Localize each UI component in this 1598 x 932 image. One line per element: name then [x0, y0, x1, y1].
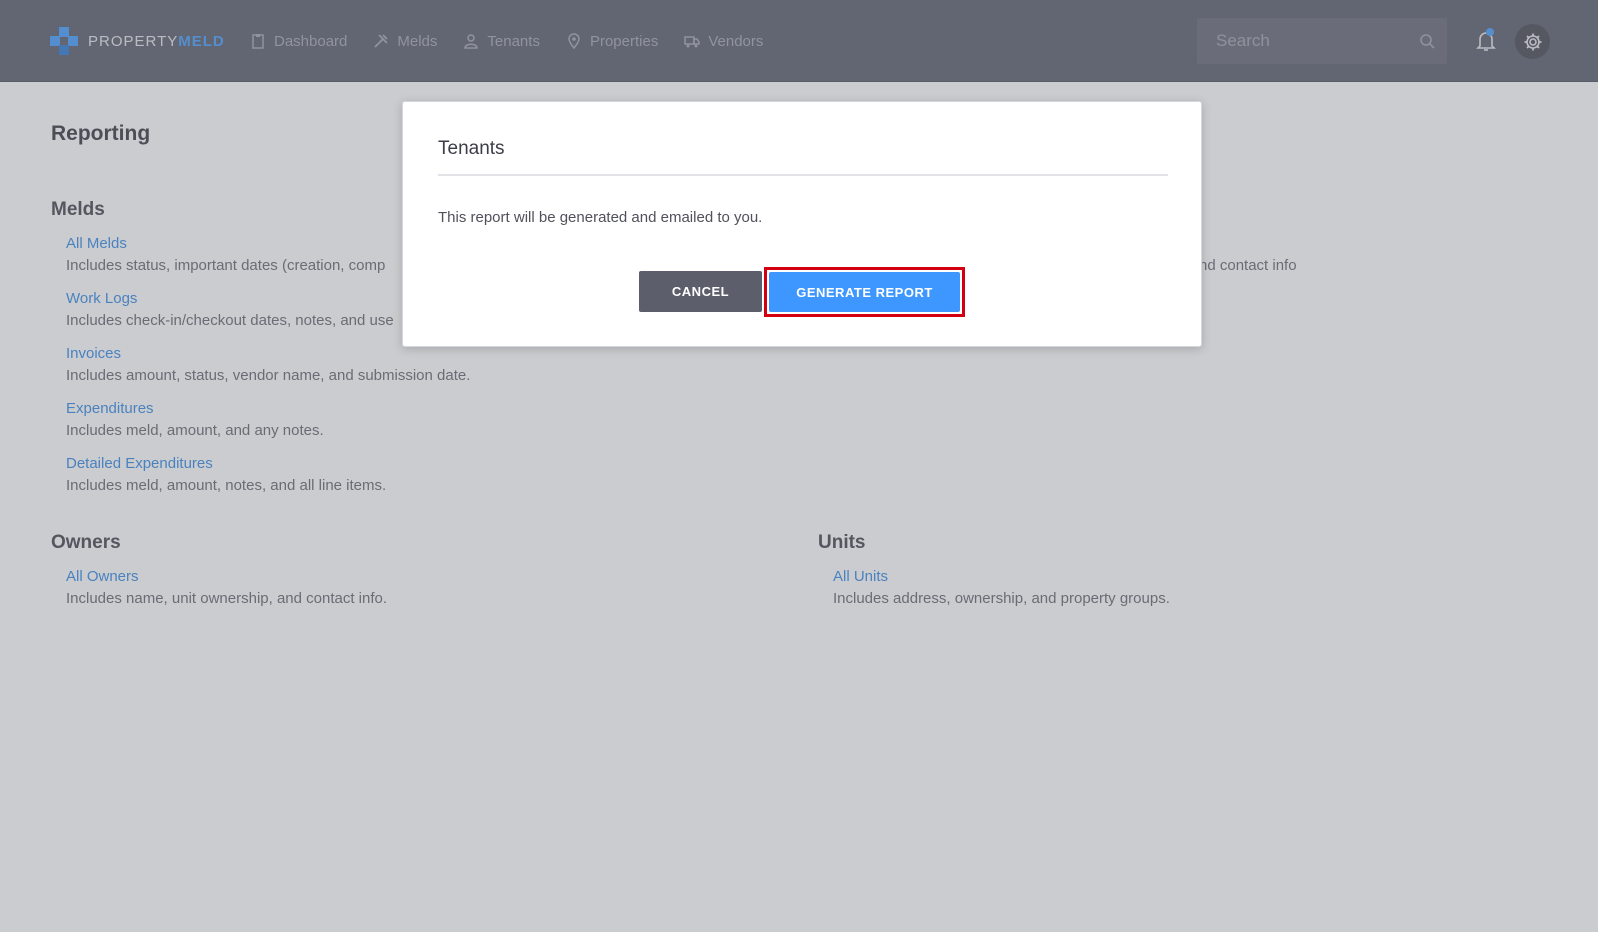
- dialog-title: Tenants: [438, 138, 505, 159]
- dialog-divider: [438, 174, 1168, 176]
- highlight-box: GENERATE REPORT: [764, 267, 965, 317]
- generate-report-button[interactable]: GENERATE REPORT: [769, 272, 960, 312]
- dialog-message: This report will be generated and emaile…: [438, 209, 763, 226]
- generate-report-dialog: Tenants This report will be generated an…: [402, 101, 1202, 347]
- cancel-button[interactable]: CANCEL: [639, 271, 762, 312]
